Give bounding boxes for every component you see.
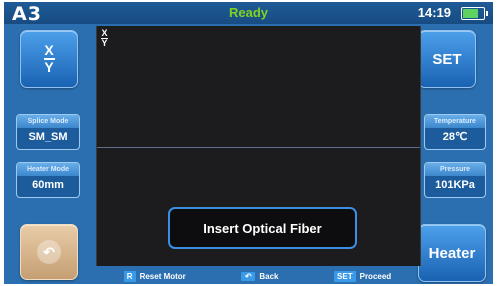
set-key: SET [334,270,356,282]
proceed-label: Proceed [359,271,392,281]
temperature-panel: Temperature 28℃ [424,114,486,150]
undo-arrow-icon: ↶ [241,271,256,281]
back-label: Back [259,271,279,281]
battery-icon [461,7,488,20]
view-axis-bottom: Y [101,38,108,48]
reset-motor-hint: R Reset Motor [123,270,186,282]
view-axis-indicator: X Y [101,28,108,48]
footer-hints: R Reset Motor ↶ Back SET Proceed [96,268,419,284]
pressure-panel: Pressure 101KPa [424,162,486,198]
undo-arrow-icon: ↶ [37,240,61,264]
reset-motor-label: Reset Motor [139,271,186,281]
view-axis-top: X [101,28,108,38]
heater-mode-panel[interactable]: Heater Mode 60mm [16,162,80,198]
pressure-value: 101KPa [435,179,475,191]
view-divider [97,147,420,148]
heater-button[interactable]: Heater [418,224,486,282]
splicer-screen: A3 Ready 14:19 X Y SET Splice Mode SM_SM… [4,2,493,284]
fiber-camera-view: X Y Insert Optical Fiber [96,26,421,266]
heater-mode-value: 60mm [32,179,64,191]
pressure-label: Pressure [425,163,485,176]
heater-mode-label: Heater Mode [17,163,79,176]
splice-mode-value: SM_SM [28,131,68,143]
temperature-label: Temperature [425,115,485,128]
clock: 14:19 [417,5,451,20]
temperature-value: 28℃ [442,131,468,143]
back-hint: ↶ Back [241,271,279,281]
xy-toggle-top: X [44,42,54,58]
splice-mode-label: Splice Mode [17,115,79,128]
back-button[interactable]: ↶ [20,224,78,280]
xy-view-toggle-button[interactable]: X Y [20,30,78,88]
reset-key: R [123,270,136,282]
top-status-bar: A3 Ready 14:19 [4,2,493,25]
proceed-hint: SET Proceed [334,270,392,282]
set-button[interactable]: SET [418,30,476,88]
xy-toggle-bottom: Y [44,59,54,75]
battery-level [463,9,478,18]
xy-view-icon: X Y [43,42,55,75]
splice-mode-panel[interactable]: Splice Mode SM_SM [16,114,80,150]
insert-fiber-message: Insert Optical Fiber [168,207,357,249]
